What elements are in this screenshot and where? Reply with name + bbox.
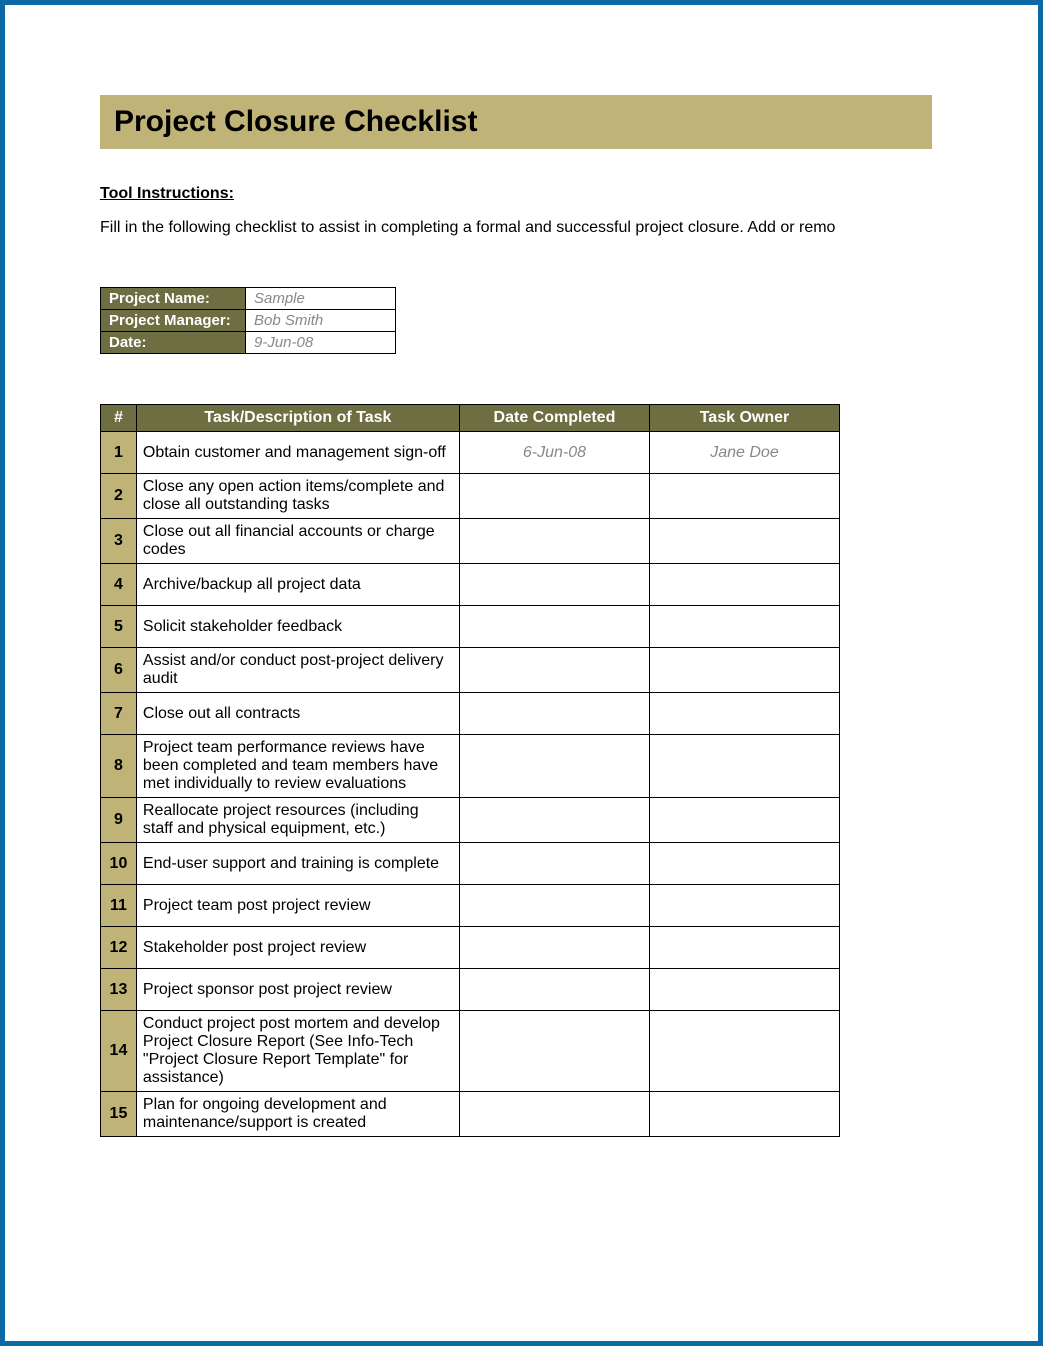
col-header-task: Task/Description of Task [136,405,459,432]
row-num: 2 [101,474,137,519]
table-row: 2Close any open action items/complete an… [101,474,840,519]
row-date [459,798,649,843]
row-task: Close out all contracts [136,693,459,735]
row-task: Plan for ongoing development and mainten… [136,1092,459,1137]
row-task: Project team post project review [136,885,459,927]
table-row: 6Assist and/or conduct post-project deli… [101,648,840,693]
row-owner [649,798,839,843]
page-title: Project Closure Checklist [114,105,918,139]
row-task: Close any open action items/complete and… [136,474,459,519]
meta-value: Sample [246,288,396,310]
instructions-text: Fill in the following checklist to assis… [100,219,958,237]
table-row: 13Project sponsor post project review [101,969,840,1011]
row-owner [649,735,839,798]
row-owner [649,564,839,606]
col-header-date: Date Completed [459,405,649,432]
table-row: 15Plan for ongoing development and maint… [101,1092,840,1137]
table-row: 3Close out all financial accounts or cha… [101,519,840,564]
row-task: Obtain customer and management sign-off [136,432,459,474]
table-row: 8Project team performance reviews have b… [101,735,840,798]
meta-label: Project Name: [101,288,246,310]
row-date [459,1092,649,1137]
row-task: Close out all financial accounts or char… [136,519,459,564]
row-num: 9 [101,798,137,843]
row-num: 11 [101,885,137,927]
row-owner [649,693,839,735]
meta-value: Bob Smith [246,310,396,332]
row-owner [649,519,839,564]
row-num: 12 [101,927,137,969]
row-num: 15 [101,1092,137,1137]
col-header-owner: Task Owner [649,405,839,432]
row-num: 3 [101,519,137,564]
row-owner [649,927,839,969]
row-task: Assist and/or conduct post-project deliv… [136,648,459,693]
row-task: Stakeholder post project review [136,927,459,969]
table-row: 10End-user support and training is compl… [101,843,840,885]
row-task: End-user support and training is complet… [136,843,459,885]
row-owner [649,1011,839,1092]
col-header-num: # [101,405,137,432]
row-owner [649,648,839,693]
row-date [459,927,649,969]
title-bar: Project Closure Checklist [100,95,932,149]
row-owner [649,969,839,1011]
meta-row: Date:9-Jun-08 [101,332,396,354]
row-owner [649,606,839,648]
row-date [459,519,649,564]
row-owner [649,843,839,885]
row-date [459,885,649,927]
checklist-header-row: # Task/Description of Task Date Complete… [101,405,840,432]
row-owner: Jane Doe [649,432,839,474]
row-task: Conduct project post mortem and develop … [136,1011,459,1092]
meta-row: Project Manager:Bob Smith [101,310,396,332]
meta-row: Project Name:Sample [101,288,396,310]
row-owner [649,885,839,927]
row-owner [649,1092,839,1137]
row-num: 6 [101,648,137,693]
table-row: 5Solicit stakeholder feedback [101,606,840,648]
row-date [459,564,649,606]
row-date [459,969,649,1011]
row-task: Solicit stakeholder feedback [136,606,459,648]
row-date [459,648,649,693]
row-num: 10 [101,843,137,885]
row-task: Project team performance reviews have be… [136,735,459,798]
row-date [459,735,649,798]
instructions-label: Tool Instructions: [100,185,958,203]
row-owner [649,474,839,519]
checklist-table: # Task/Description of Task Date Complete… [100,404,840,1137]
table-row: 12Stakeholder post project review [101,927,840,969]
table-row: 1Obtain customer and management sign-off… [101,432,840,474]
meta-label: Date: [101,332,246,354]
row-task: Archive/backup all project data [136,564,459,606]
row-date [459,474,649,519]
row-num: 5 [101,606,137,648]
meta-value: 9-Jun-08 [246,332,396,354]
row-date: 6-Jun-08 [459,432,649,474]
table-row: 4Archive/backup all project data [101,564,840,606]
row-num: 1 [101,432,137,474]
row-date [459,843,649,885]
row-date [459,606,649,648]
row-num: 4 [101,564,137,606]
row-date [459,1011,649,1092]
table-row: 9Reallocate project resources (including… [101,798,840,843]
row-num: 14 [101,1011,137,1092]
row-num: 7 [101,693,137,735]
meta-table: Project Name:SampleProject Manager:Bob S… [100,287,396,354]
meta-label: Project Manager: [101,310,246,332]
table-row: 14Conduct project post mortem and develo… [101,1011,840,1092]
row-date [459,693,649,735]
row-num: 13 [101,969,137,1011]
row-task: Project sponsor post project review [136,969,459,1011]
table-row: 11Project team post project review [101,885,840,927]
row-num: 8 [101,735,137,798]
row-task: Reallocate project resources (including … [136,798,459,843]
table-row: 7Close out all contracts [101,693,840,735]
